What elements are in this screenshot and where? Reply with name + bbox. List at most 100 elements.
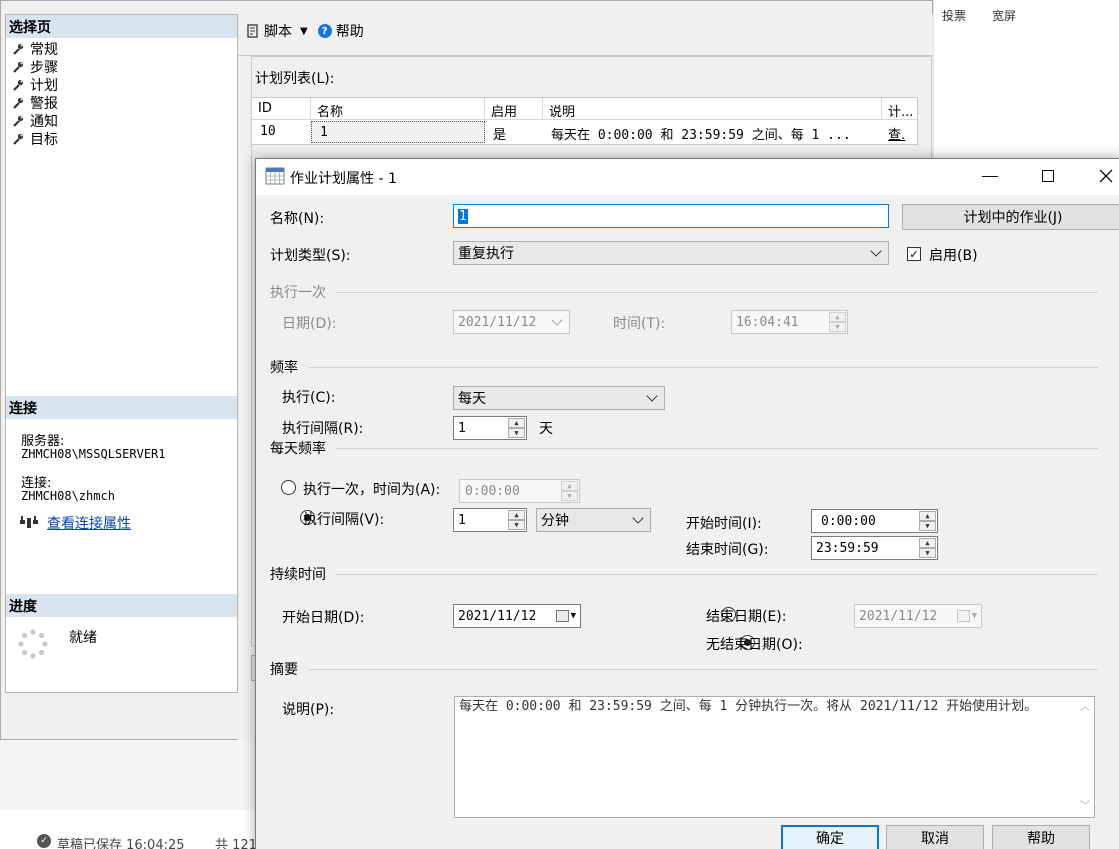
spinner-arrows-icon[interactable]: ▲ ▼ — [919, 511, 936, 531]
chevron-down-icon — [870, 244, 882, 257]
column-header-enabled[interactable]: 启用 — [485, 98, 543, 120]
minimize-icon[interactable] — [982, 176, 998, 178]
recurs-input[interactable]: 1 ▲ ▼ — [453, 416, 527, 440]
saved-check-icon: ✓ — [37, 834, 51, 848]
daily-frequency-group: 每天频率 — [270, 441, 326, 457]
group-divider — [336, 292, 1098, 293]
column-header-name[interactable]: 名称 — [311, 98, 485, 120]
connection-header: 连接 — [6, 396, 237, 419]
connection-value: ZHMCH08\zhmch — [21, 489, 115, 503]
widescreen-link[interactable]: 宽屏 — [992, 7, 1016, 24]
view-connection-properties-link[interactable]: 查看连接属性 — [47, 513, 131, 533]
wrench-icon — [13, 133, 24, 145]
cell-description[interactable]: 每天在 0:00:00 和 23:59:59 之间、每 1 ... — [543, 121, 882, 143]
cell-id[interactable]: 10 — [252, 121, 311, 143]
occurs-every-input[interactable]: 1 ▲ ▼ — [453, 508, 527, 532]
script-label: 脚本 — [264, 24, 292, 40]
recurs-value: 1 — [458, 420, 466, 436]
group-divider — [336, 448, 1098, 449]
nav-item-notifications[interactable]: 通知 — [12, 112, 58, 130]
jobs-in-schedule-button[interactable]: 计划中的作业(J) — [902, 204, 1119, 230]
occurs-select[interactable]: 每天 — [453, 386, 665, 410]
column-header-jobs[interactable]: 计... — [882, 98, 917, 120]
description-textarea[interactable]: 每天在 0:00:00 和 23:59:59 之间、每 1 分钟执行一次。将从 … — [454, 696, 1095, 818]
script-icon — [247, 24, 258, 38]
scroll-down-icon[interactable]: ﹀ — [1080, 799, 1090, 814]
one-time-date-value: 2021/11/12 — [458, 314, 537, 330]
calendar-dropdown-icon[interactable]: ▼ — [555, 610, 576, 622]
group-divider — [308, 669, 1098, 670]
recurs-unit: 天 — [539, 421, 553, 437]
one-time-time-value: 16:04:41 — [736, 314, 799, 330]
help-label: 帮助 — [335, 24, 364, 40]
script-button[interactable]: 脚本 ▼ — [246, 21, 308, 41]
nav-item-label: 目标 — [30, 132, 58, 148]
occurs-once-time-value: 0:00:00 — [465, 483, 520, 499]
spinner-arrows-icon[interactable]: ▲ ▼ — [919, 538, 936, 558]
nav-item-label: 警报 — [30, 96, 58, 112]
scroll-up-icon[interactable]: ︿ — [1080, 700, 1090, 715]
occurs-every-unit-select[interactable]: 分钟 — [536, 508, 651, 532]
dialog-title: 作业计划属性 - 1 — [290, 171, 397, 187]
occurs-once-radio[interactable] — [281, 480, 296, 495]
cell-enabled[interactable]: 是 — [485, 121, 543, 143]
wrench-icon — [13, 97, 24, 109]
vote-link[interactable]: 投票 — [942, 7, 966, 24]
occurs-once-label: 执行一次，时间为(A): — [303, 482, 441, 498]
server-value: ZHMCH08\MSSQLSERVER1 — [21, 447, 166, 461]
spinner-arrows-icon[interactable]: ▲ ▼ — [508, 510, 525, 530]
toolbar: 脚本 ▼ ? 帮助 — [246, 20, 364, 42]
select-page-header: 选择页 — [6, 15, 237, 38]
nav-item-general[interactable]: 常规 — [12, 40, 58, 58]
occurs-value: 每天 — [458, 391, 486, 407]
word-count: 共 121 — [215, 838, 257, 849]
dropdown-arrow-icon[interactable]: ▼ — [300, 26, 308, 37]
schedule-list-table: ID 名称 启用 说明 计... 10 1 是 每天在 0:00:00 和 23… — [251, 97, 918, 145]
cell-name[interactable]: 1 — [311, 121, 485, 143]
column-header-id[interactable]: ID — [252, 98, 311, 120]
end-time-value: 23:59:59 — [816, 540, 879, 556]
calendar-icon — [265, 167, 285, 185]
chevron-down-icon — [646, 389, 658, 402]
progress-spinner-icon — [18, 629, 48, 659]
duration-start-value: 2021/11/12 — [458, 608, 537, 624]
spinner-arrows-icon: ▲ ▼ — [829, 312, 846, 332]
wrench-icon — [13, 79, 24, 91]
start-time-value: 0:00:00 — [821, 513, 876, 529]
nav-item-schedules[interactable]: 计划 — [12, 76, 58, 94]
help-dialog-button[interactable]: 帮助 — [992, 825, 1090, 849]
occurs-every-unit-value: 分钟 — [541, 513, 569, 529]
progress-header: 进度 — [6, 594, 237, 617]
name-input[interactable]: 1 — [453, 204, 889, 228]
column-header-description[interactable]: 说明 — [543, 98, 882, 120]
end-time-input[interactable]: 23:59:59 ▲ ▼ — [811, 536, 938, 560]
schedule-type-select[interactable]: 重复执行 — [453, 241, 889, 265]
occurs-every-value: 1 — [458, 512, 466, 528]
enabled-checkbox[interactable]: ✓ — [907, 247, 921, 261]
cell-jobs-link[interactable]: 查. — [882, 121, 917, 143]
enabled-label: 启用(B) — [929, 248, 978, 264]
nav-item-targets[interactable]: 目标 — [12, 130, 58, 148]
end-date-value: 2021/11/12 — [859, 608, 938, 624]
one-time-date-label: 日期(D): — [282, 316, 337, 332]
duration-start-date-picker[interactable]: 2021/11/12 ▼ — [453, 604, 581, 628]
cancel-button[interactable]: 取消 — [886, 825, 984, 849]
spinner-arrows-icon[interactable]: ▲ ▼ — [508, 418, 525, 438]
progress-status: 就绪 — [69, 630, 97, 646]
ok-button[interactable]: 确定 — [781, 825, 879, 849]
close-icon[interactable] — [1099, 169, 1113, 183]
description-label: 说明(P): — [282, 702, 335, 718]
occurs-once-time-input: 0:00:00 ▲ ▼ — [459, 479, 580, 503]
nav-item-alerts[interactable]: 警报 — [12, 94, 58, 112]
schedule-list-label: 计划列表(L): — [255, 71, 335, 87]
start-time-label: 开始时间(I): — [686, 516, 762, 532]
name-label: 名称(N): — [270, 211, 325, 227]
maximize-icon[interactable] — [1042, 170, 1054, 182]
nav-item-steps[interactable]: 步骤 — [12, 58, 58, 76]
name-input-value: 1 — [458, 208, 468, 224]
help-button[interactable]: ? 帮助 — [317, 21, 364, 41]
start-time-input[interactable]: 0:00:00 ▲ ▼ — [811, 509, 938, 533]
calendar-dropdown-icon: ▼ — [956, 610, 977, 622]
one-time-date-picker: 2021/11/12 — [453, 310, 570, 334]
nav-item-label: 计划 — [30, 78, 58, 94]
